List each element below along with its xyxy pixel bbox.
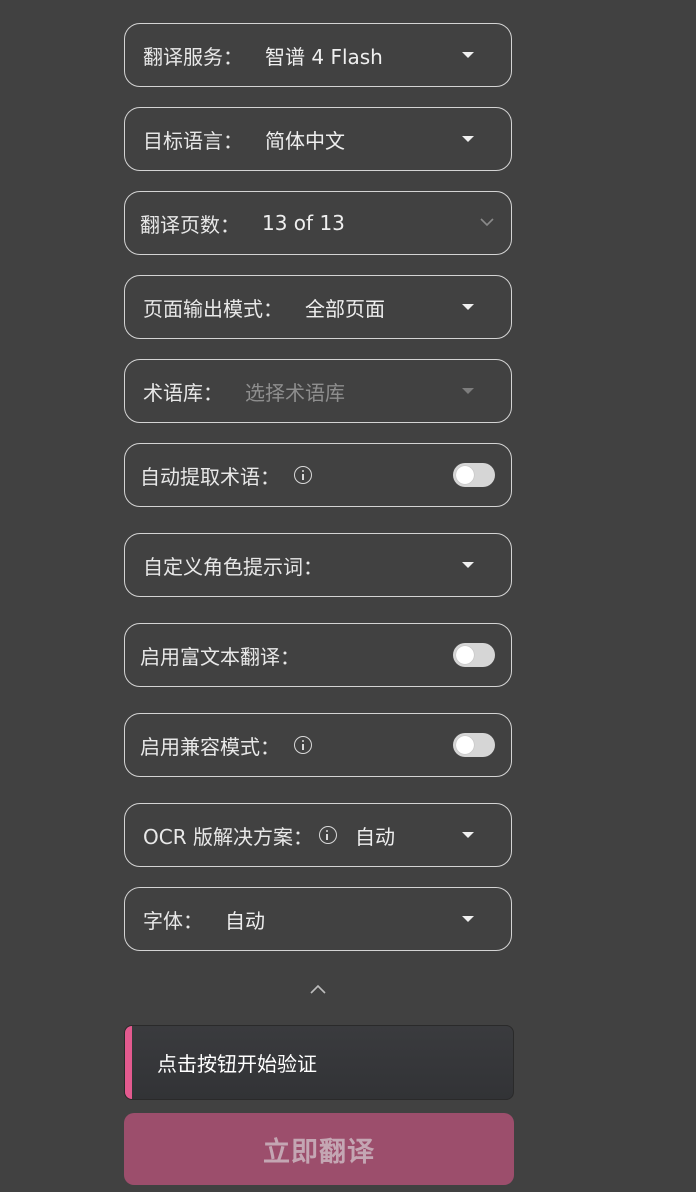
auto-extract-terms-label: 自动提取术语：: [140, 464, 280, 489]
auto-extract-terms-row: 自动提取术语：: [124, 443, 512, 507]
compat-mode-toggle[interactable]: [453, 733, 495, 757]
caret-down-icon: [462, 388, 474, 394]
caret-down-icon: [462, 832, 474, 838]
ocr-solution-label: OCR 版解决方案：: [143, 824, 313, 849]
target-language-label: 目标语言：: [143, 128, 243, 153]
ocr-solution-value: 自动: [354, 824, 395, 849]
pages-select[interactable]: 翻译页数： 13 of 13: [124, 191, 512, 255]
translation-service-select[interactable]: 翻译服务： 智谱 4 Flash: [124, 23, 512, 87]
toggle-knob: [456, 736, 474, 754]
rich-text-toggle[interactable]: [453, 643, 495, 667]
chevron-up-icon[interactable]: [309, 982, 327, 996]
font-select[interactable]: 字体： 自动: [124, 887, 512, 951]
info-circle-icon[interactable]: [318, 826, 337, 844]
caret-down-icon: [462, 916, 474, 922]
font-value: 自动: [225, 908, 265, 933]
target-language-select[interactable]: 目标语言： 简体中文: [124, 107, 512, 171]
captcha-verify-button[interactable]: 点击按钮开始验证: [124, 1025, 514, 1100]
translate-now-button[interactable]: 立即翻译: [124, 1113, 514, 1185]
pages-value: 13 of 13: [262, 211, 345, 235]
caret-down-icon: [462, 136, 474, 142]
translation-service-label: 翻译服务：: [143, 44, 243, 69]
output-mode-value: 全部页面: [305, 296, 385, 321]
chevron-down-icon: [480, 218, 494, 227]
rich-text-row: 启用富文本翻译：: [124, 623, 512, 687]
output-mode-label: 页面输出模式：: [143, 296, 283, 321]
ocr-solution-select[interactable]: OCR 版解决方案： 自动: [124, 803, 512, 867]
caret-down-icon: [462, 304, 474, 310]
glossary-select[interactable]: 术语库： 选择术语库: [124, 359, 512, 423]
compat-mode-row: 启用兼容模式：: [124, 713, 512, 777]
compat-mode-label: 启用兼容模式：: [140, 734, 280, 759]
pages-label: 翻译页数：: [140, 212, 240, 237]
font-label: 字体：: [143, 908, 203, 933]
custom-prompt-label: 自定义角色提示词：: [143, 554, 323, 579]
translation-service-value: 智谱 4 Flash: [265, 44, 383, 69]
info-circle-icon[interactable]: [294, 736, 312, 754]
info-circle-icon[interactable]: [294, 466, 312, 484]
verify-text: 点击按钮开始验证: [157, 1052, 317, 1076]
caret-down-icon: [462, 52, 474, 58]
glossary-label: 术语库：: [143, 380, 223, 405]
auto-extract-terms-toggle[interactable]: [453, 463, 495, 487]
target-language-value: 简体中文: [265, 128, 345, 153]
custom-prompt-select[interactable]: 自定义角色提示词：: [124, 533, 512, 597]
glossary-placeholder: 选择术语库: [245, 380, 345, 405]
rich-text-label: 启用富文本翻译：: [140, 644, 300, 669]
toggle-knob: [456, 466, 474, 484]
toggle-knob: [456, 646, 474, 664]
output-mode-select[interactable]: 页面输出模式： 全部页面: [124, 275, 512, 339]
verify-accent-bar: [125, 1026, 132, 1099]
caret-down-icon: [462, 562, 474, 568]
